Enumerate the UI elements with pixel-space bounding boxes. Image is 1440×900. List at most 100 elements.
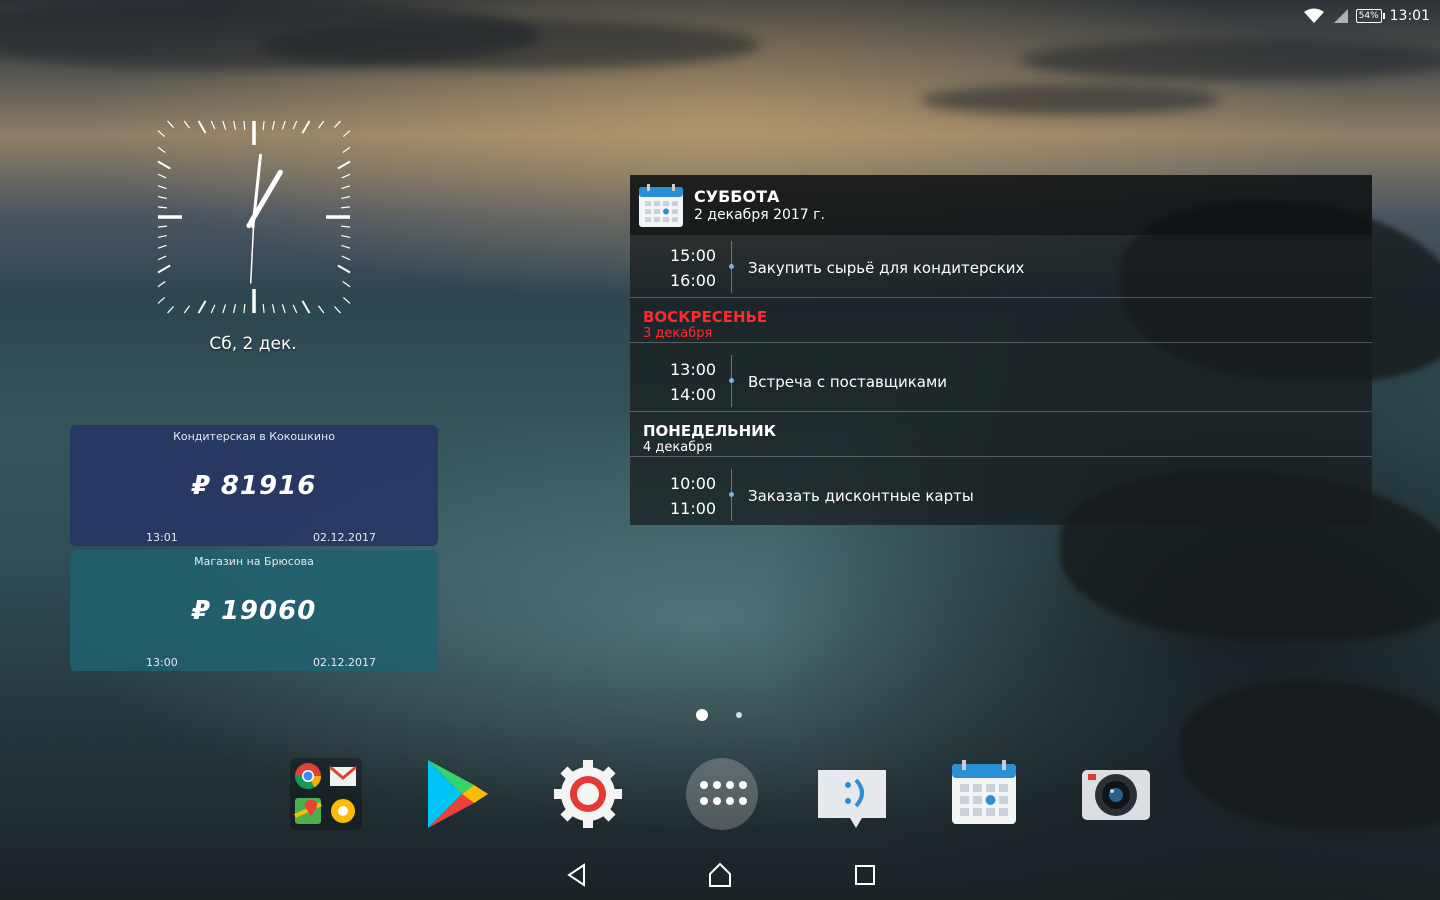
clock-tick (318, 120, 325, 129)
header-day-name: СУББОТА (694, 187, 780, 206)
battery-indicator: 54% (1355, 9, 1385, 23)
clock-tick (222, 304, 227, 314)
status-bar: 54% 13:01 (1303, 6, 1430, 26)
update-time: 13:00 (146, 656, 178, 669)
clock-tick (341, 206, 351, 209)
app-drawer-icon[interactable] (686, 758, 758, 830)
clock-tick (262, 304, 265, 314)
clock-tick (157, 146, 166, 153)
clock-tick (157, 195, 167, 200)
balance-widget[interactable]: Магазин на Брюсова ₽ 19060 13:00 02.12.2… (70, 550, 438, 671)
clock-tick (157, 264, 171, 274)
clock-tick (337, 264, 351, 274)
back-icon[interactable] (562, 860, 592, 890)
clock-tick (271, 120, 276, 130)
clock-tick (222, 120, 227, 130)
day-name: ВОСКРЕСЕНЬЕ (643, 308, 768, 326)
balance-widget[interactable]: Кондитерская в Кокошкино ₽ 81916 13:01 0… (70, 425, 438, 546)
settings-gear-icon[interactable] (552, 758, 624, 830)
clock-tick (281, 120, 286, 130)
wifi-icon (1303, 8, 1324, 24)
clock-tick (157, 173, 167, 179)
clock-tick (157, 297, 166, 304)
clock-tick (157, 244, 167, 249)
clock-tick (341, 185, 351, 190)
clock-tick (341, 225, 351, 228)
clock-tick (301, 120, 311, 134)
event-title: Заказать дисконтные карты (748, 487, 974, 505)
calendar-header[interactable]: СУББОТА 2 декабря 2017 г. (630, 175, 1372, 235)
balance-amount: ₽ 19060 (191, 596, 317, 626)
clock-tick (318, 305, 325, 314)
clock-tick (341, 173, 351, 179)
clock-tick (341, 234, 351, 239)
day-header[interactable]: ПОНЕДЕЛЬНИК 4 декабря (630, 411, 1372, 457)
play-store-icon[interactable] (422, 758, 494, 830)
clock-tick (337, 160, 351, 170)
wallpaper-cloud (1020, 40, 1440, 80)
clock-tick (243, 120, 246, 130)
maps-icon (293, 796, 323, 826)
clock-tick (157, 160, 171, 170)
event-dot (729, 492, 734, 497)
clock-tick (157, 225, 167, 228)
clock-tick (342, 297, 351, 304)
update-time: 13:01 (146, 531, 178, 544)
clock-tick (157, 255, 167, 261)
store-name: Магазин на Брюсова (194, 555, 314, 568)
clock-tick (210, 304, 216, 314)
clock-tick (157, 234, 167, 239)
clock-tick (232, 120, 237, 130)
status-time: 13:01 (1389, 8, 1430, 24)
event-title: Закупить сырьё для кондитерских (748, 259, 1025, 277)
analog-clock-widget[interactable] (152, 115, 356, 319)
photos-icon (328, 796, 358, 826)
calendar-event[interactable]: 15:00 16:00 Закупить сырьё для кондитерс… (630, 237, 1372, 297)
clock-tick (334, 120, 341, 129)
header-date: 2 декабря 2017 г. (694, 207, 825, 223)
gmail-icon (328, 761, 358, 791)
day-header[interactable]: ВОСКРЕСЕНЬЕ 3 декабря (630, 297, 1372, 343)
clock-tick (243, 304, 246, 314)
clock-tick (167, 120, 174, 129)
calendar-event[interactable]: 13:00 14:00 Встреча с поставщиками (630, 351, 1372, 411)
wallpaper-rock (1180, 680, 1440, 830)
page-dot-active (696, 709, 708, 721)
google-apps-folder[interactable] (290, 758, 362, 830)
clock-tick (271, 304, 276, 314)
clock-tick (341, 244, 351, 249)
clock-tick (262, 120, 265, 130)
event-start: 10:00 (670, 474, 717, 493)
clock-tick (183, 120, 190, 129)
clock-date-label[interactable]: Сб, 2 дек. (150, 334, 356, 354)
event-dot (729, 264, 734, 269)
event-start: 15:00 (670, 246, 717, 265)
clock-tick (334, 305, 341, 314)
event-end: 16:00 (670, 271, 717, 290)
clock-tick (341, 255, 351, 261)
day-name: ПОНЕДЕЛЬНИК (643, 422, 776, 440)
clock-tick (210, 120, 216, 130)
camera-icon[interactable] (1080, 758, 1152, 830)
clock-tick (292, 304, 298, 314)
event-end: 11:00 (670, 499, 717, 518)
clock-tick (342, 281, 351, 288)
clock-tick (342, 146, 351, 153)
event-title: Встреча с поставщиками (748, 373, 948, 391)
clock-tick (167, 305, 174, 314)
calendar-agenda-widget[interactable]: СУББОТА 2 декабря 2017 г. 15:00 16:00 За… (630, 175, 1372, 525)
messaging-icon[interactable] (816, 758, 888, 830)
clock-tick (281, 304, 286, 314)
balance-amount: ₽ 81916 (191, 471, 317, 501)
day-date: 3 декабря (643, 326, 713, 341)
home-icon[interactable] (705, 860, 735, 890)
clock-tick (301, 300, 311, 314)
calendar-event[interactable]: 10:00 11:00 Заказать дисконтные карты (630, 465, 1372, 525)
recents-icon[interactable] (850, 860, 880, 890)
event-end: 14:00 (670, 385, 717, 404)
wallpaper-cloud (260, 20, 760, 70)
calendar-icon[interactable] (948, 758, 1020, 830)
clock-tick (342, 130, 351, 137)
wallpaper-cloud (920, 85, 1220, 115)
update-date: 02.12.2017 (313, 531, 376, 544)
